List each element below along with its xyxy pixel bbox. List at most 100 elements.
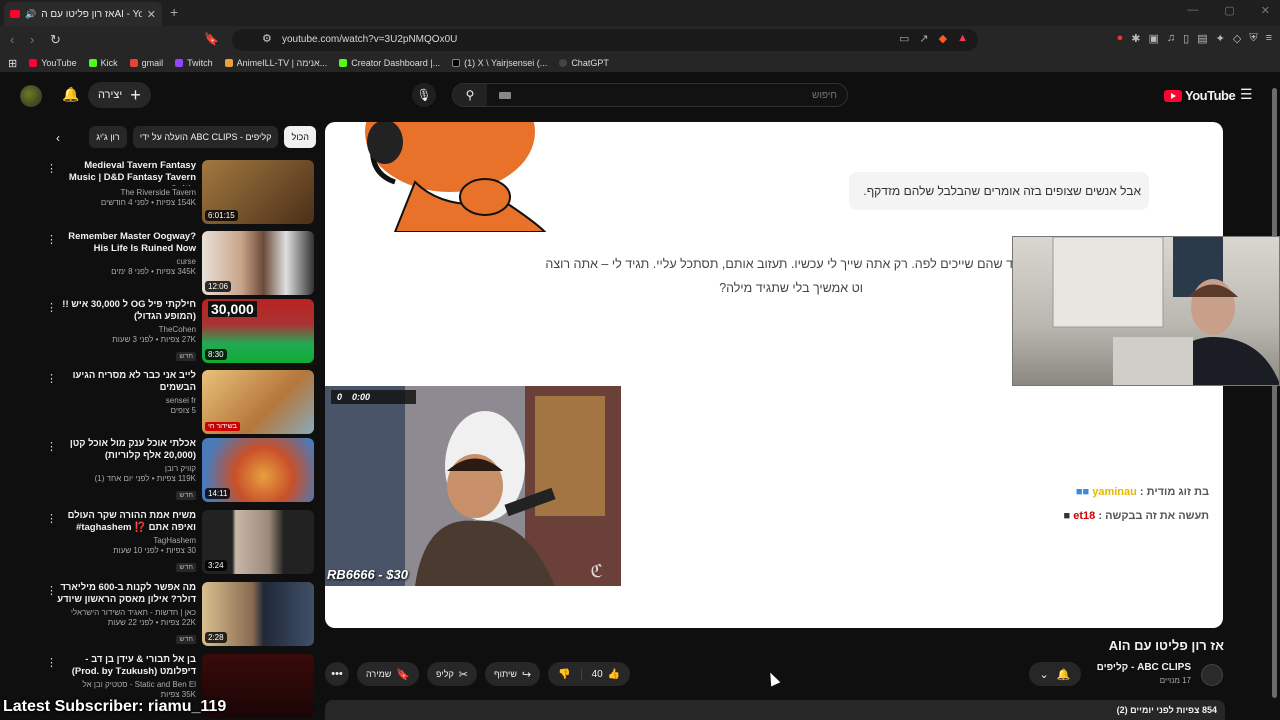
bookmark-icon[interactable]: 🔖	[204, 32, 219, 46]
channel-name[interactable]: The Riverside Tavern	[56, 188, 196, 198]
list-item[interactable]: ⋮ חילקתי פיל OG ל 30,000 איש !! (המופע ה…	[46, 299, 316, 365]
video-title[interactable]: Remember Master Oogway? His Life Is Ruin…	[56, 231, 196, 255]
forward-icon[interactable]: ›	[30, 32, 34, 47]
hamburger-menu-icon[interactable]: ☰	[1240, 86, 1253, 103]
like-count: 40	[591, 668, 603, 680]
video-thumbnail[interactable]: 3:24	[202, 510, 314, 574]
clip-button[interactable]: ✂ קליפ	[427, 662, 477, 686]
channel-name[interactable]: curse	[56, 257, 196, 267]
like-button[interactable]: 40 👍	[580, 668, 631, 680]
scissors-icon: ✂	[458, 668, 468, 681]
browser-tab[interactable]: 🔊 אז רון פליטו עם הAI - YouTube ✕	[4, 2, 162, 26]
url-text[interactable]: youtube.com/watch?v=3U2pNMQOx0U	[282, 34, 457, 45]
address-bar[interactable]: 🔖 ⚙ youtube.com/watch?v=3U2pNMQOx0U ▭ ↗ …	[204, 29, 978, 51]
vpn-icon[interactable]: ◇	[1233, 32, 1241, 45]
search-button[interactable]: ⚲	[453, 84, 487, 106]
brave-shield-icon[interactable]: ◆	[939, 32, 947, 45]
site-info-icon[interactable]: ⚙	[262, 32, 272, 45]
puzzle-extension-icon[interactable]: ✱	[1131, 32, 1140, 45]
video-thumbnail[interactable]: 2:28	[202, 582, 314, 646]
channel-name[interactable]: Static and Ben El - סטטיק ובן אל	[56, 680, 196, 690]
maximize-icon[interactable]: ▢	[1224, 4, 1234, 17]
video-meta: 5 צופים	[170, 406, 196, 415]
scrollbar-thumb[interactable]	[1272, 88, 1277, 698]
back-icon[interactable]: ‹	[10, 32, 14, 47]
list-item[interactable]: ⋮ לייב אני כבר לא מסריח הגיעו הבשמים sen…	[46, 370, 316, 436]
audio-icon[interactable]: 🔊	[25, 9, 36, 20]
video-title[interactable]: Medieval Tavern Fantasy Music | D&D Fant…	[56, 160, 196, 186]
rewards-icon[interactable]: ▲	[957, 32, 968, 45]
video-thumbnail[interactable]: 12:06	[202, 231, 314, 295]
list-item[interactable]: ⋮ מה אפשר לקנות ב-600 מיליארד דולר? אילו…	[46, 582, 316, 648]
search-input[interactable]	[537, 87, 837, 103]
channel-name-main[interactable]: ABC CLIPS - קליפים	[1097, 662, 1191, 673]
close-tab-icon[interactable]: ✕	[147, 8, 156, 21]
chip-ron-jig[interactable]: רון ג'יג	[89, 126, 127, 148]
video-title[interactable]: אכלתי אוכל ענק מול אוכל קטן (20,000 אלף …	[56, 438, 196, 462]
bookmark-creator-dashboard[interactable]: Creator Dashboard |...	[339, 58, 440, 68]
bookmark-youtube[interactable]: YouTube	[29, 58, 77, 68]
list-item[interactable]: ⋮ Remember Master Oogway? His Life Is Ru…	[46, 231, 316, 297]
channel-name[interactable]: TagHashem	[56, 536, 196, 546]
video-title[interactable]: בן אל תבורי & עידן בן דב - דיפלומט (Prod…	[56, 654, 196, 678]
video-thumbnail[interactable]: בשידור חי	[202, 370, 314, 434]
ai-icon[interactable]: ✦	[1216, 32, 1225, 45]
menu-icon[interactable]: ≡	[1266, 32, 1272, 45]
close-window-icon[interactable]: ✕	[1261, 4, 1270, 17]
youtube-logo[interactable]: YouTube	[1164, 88, 1236, 103]
notifications-bell-icon[interactable]: 🔔	[62, 86, 79, 103]
chip-all[interactable]: הכול	[284, 126, 316, 148]
cast-icon[interactable]: ▭	[899, 32, 909, 45]
bookmark-kick[interactable]: Kick	[88, 58, 118, 68]
save-button[interactable]: 🔖 שמירה	[357, 662, 420, 686]
video-title[interactable]: לייב אני כבר לא מסריח הגיעו הבשמים	[56, 370, 196, 394]
bookmark-animeill[interactable]: AnimeILL-TV | אנימה...	[224, 58, 327, 68]
list-item[interactable]: ⋮ משיח אמת ההורה שקר העולם ואיפה אתם ⁉️ …	[46, 510, 316, 576]
record-extension-icon[interactable]: ●	[1117, 32, 1124, 45]
channel-name[interactable]: TheCohen	[56, 325, 196, 335]
video-title[interactable]: מה אפשר לקנות ב-600 מיליארד דולר? אילון …	[56, 582, 196, 606]
voice-search-icon[interactable]: 🎙	[412, 83, 436, 107]
create-button[interactable]: יצירה +	[88, 82, 151, 108]
sidebar-icon[interactable]: ▯	[1183, 32, 1189, 45]
avatar[interactable]	[20, 85, 42, 107]
shield-icon[interactable]: ⛨	[1249, 32, 1257, 45]
list-item[interactable]: ⋮ אכלתי אוכל ענק מול אוכל קטן (20,000 אל…	[46, 438, 316, 504]
share-button[interactable]: ↪ שיתוף	[485, 662, 541, 686]
chip-uploaded-by[interactable]: הועלה על ידי ABC CLIPS - קליפים	[132, 126, 279, 148]
description-box[interactable]: 854 צפיות לפני יומיים (2)	[325, 700, 1225, 720]
donation-text: RB6666 - $30	[327, 567, 408, 582]
list-item[interactable]: ⋮ Medieval Tavern Fantasy Music | D&D Fa…	[46, 160, 316, 226]
views-and-date: 854 צפיות לפני יומיים (2)	[1116, 705, 1217, 715]
music-icon[interactable]: ♫	[1167, 32, 1175, 45]
minimize-icon[interactable]: —	[1187, 4, 1198, 17]
channel-name[interactable]: כאן | חדשות - תאגיד השידור הישראלי	[56, 608, 196, 618]
reactor-figure	[1052, 237, 1279, 385]
bookmark-twitch[interactable]: Twitch	[175, 58, 213, 68]
subscribed-button[interactable]: ⌄ 🔔	[1029, 662, 1081, 686]
youtube-header: 🔔 יצירה + 🎙 ⚲ YouTube ☰	[0, 72, 1280, 118]
more-actions-button[interactable]: •••	[325, 662, 349, 686]
page-scrollbar[interactable]	[1272, 78, 1278, 718]
reload-icon[interactable]: ↻	[50, 32, 61, 48]
video-title[interactable]: משיח אמת ההורה שקר העולם ואיפה אתם ⁉️ ta…	[56, 510, 196, 534]
video-thumbnail[interactable]: 30,000 8:30	[202, 299, 314, 363]
kick-bookmark-icon	[339, 59, 348, 67]
keyboard-icon[interactable]	[499, 92, 511, 99]
channel-avatar[interactable]	[1201, 664, 1223, 686]
channel-name[interactable]: קוויק רובן	[56, 464, 196, 474]
new-tab-button[interactable]: +	[170, 4, 178, 20]
bookmark-x[interactable]: (1) X \ Yairjsensei (...	[452, 58, 547, 68]
channel-name[interactable]: sensei fr	[56, 396, 196, 406]
screenshot-extension-icon[interactable]: ▣	[1149, 32, 1159, 45]
video-thumbnail[interactable]: 6:01:15	[202, 160, 314, 224]
dislike-button[interactable]: 👎	[548, 669, 580, 680]
bookmark-chatgpt[interactable]: ChatGPT	[559, 58, 609, 68]
chatgpt-bookmark-icon	[559, 59, 568, 67]
bookmark-gmail[interactable]: gmail	[129, 58, 163, 68]
apps-icon[interactable]: ⊞	[8, 57, 17, 70]
wallet-icon[interactable]: ▤	[1197, 32, 1207, 45]
video-title[interactable]: חילקתי פיל OG ל 30,000 איש !! (המופע הגד…	[56, 299, 196, 323]
video-thumbnail[interactable]: 14:11	[202, 438, 314, 502]
share-icon[interactable]: ↗	[919, 32, 928, 45]
